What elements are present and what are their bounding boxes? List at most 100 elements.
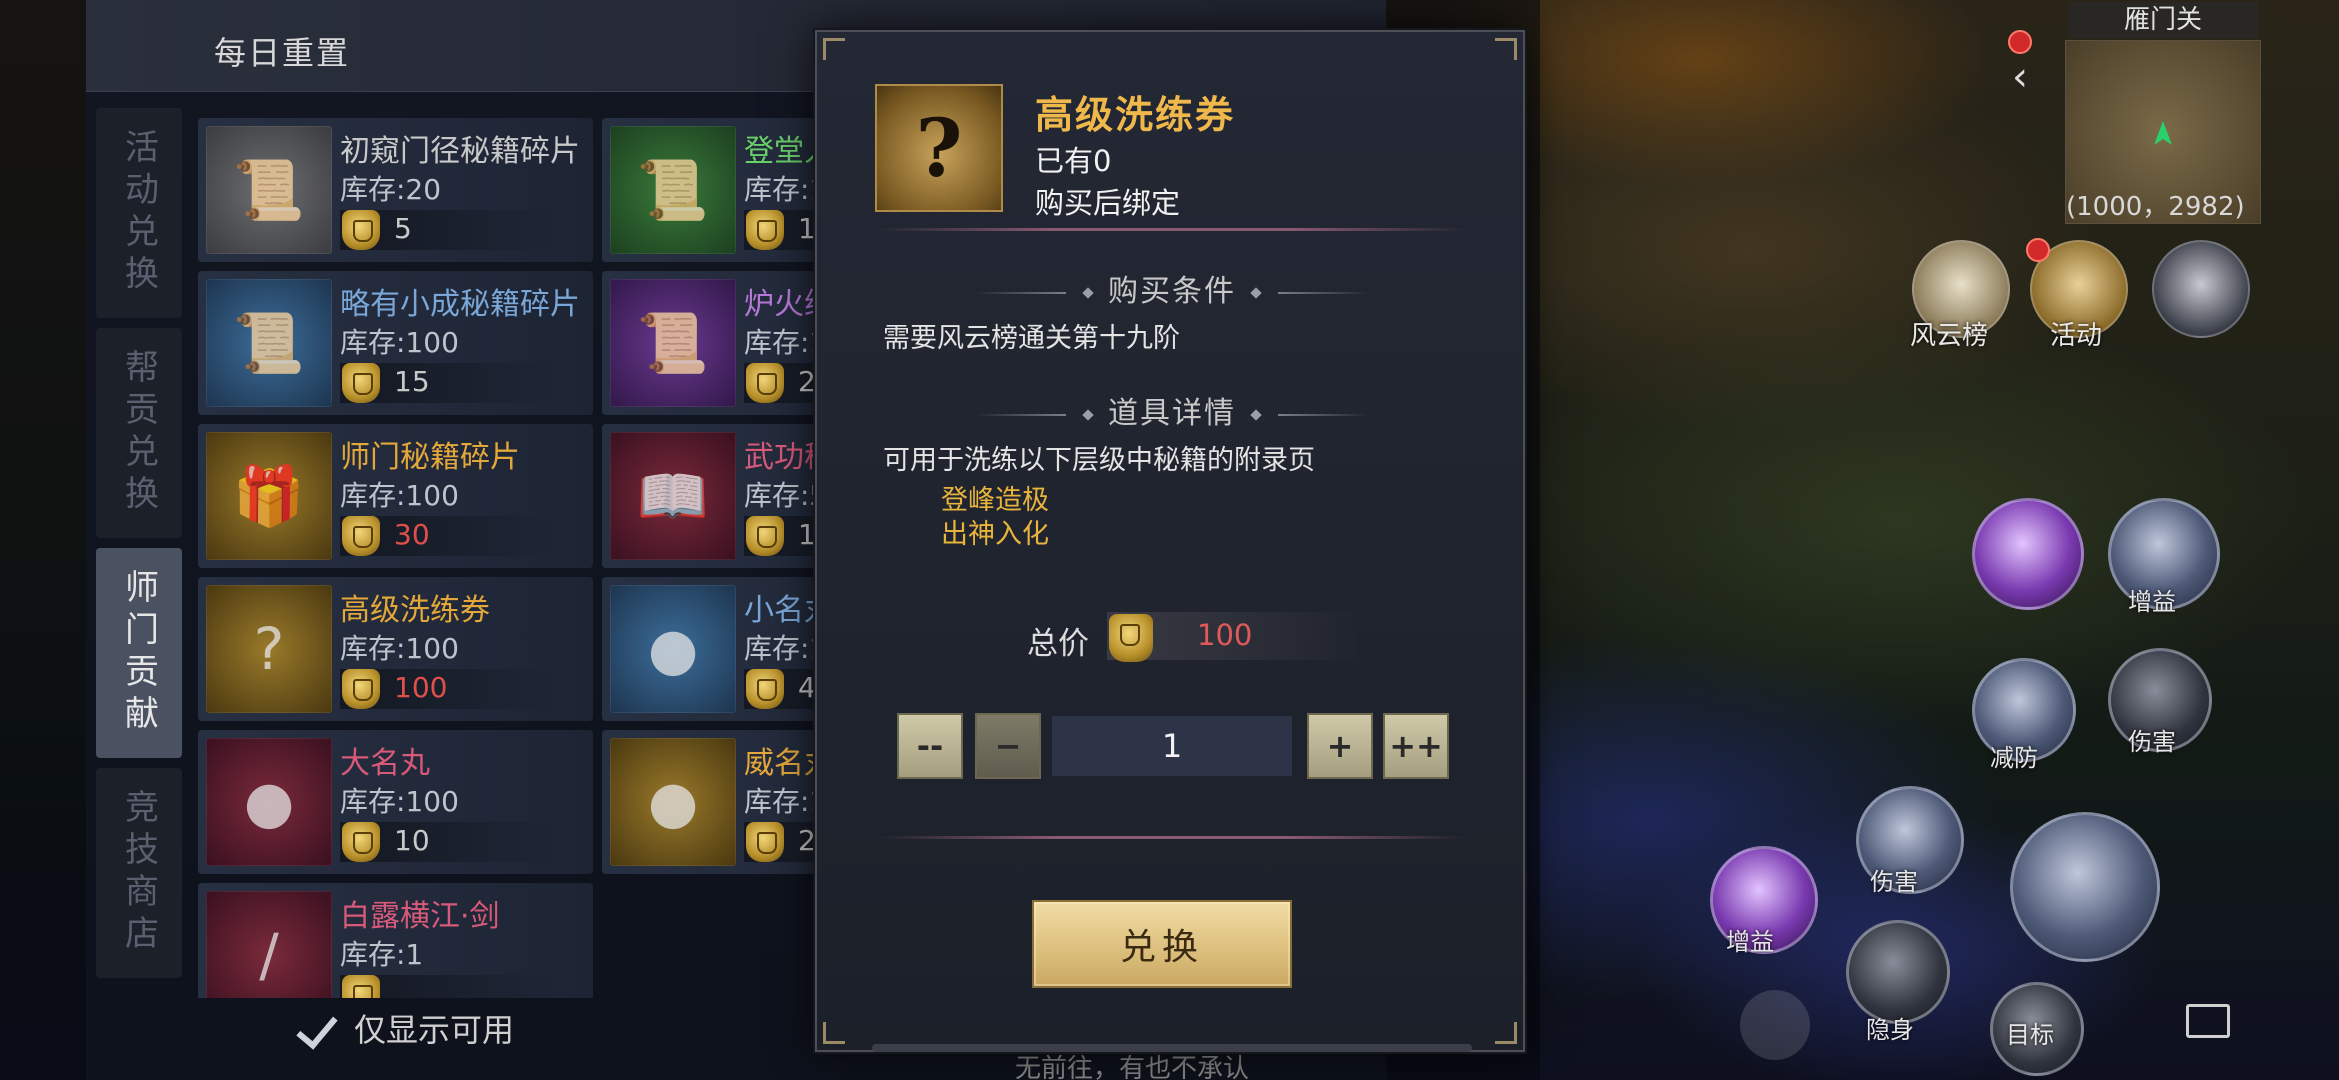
- item-price: 30: [394, 518, 430, 551]
- item-name: 白露横江·剑: [340, 899, 500, 934]
- item-price: 2: [798, 824, 816, 857]
- tab-label: 帮贡兑换: [118, 349, 159, 517]
- item-bind-notice: 购买后绑定: [1035, 186, 1181, 220]
- activity-label: 活动: [2050, 321, 2103, 351]
- shop-item-card[interactable]: 📜 初窥门径秘籍碎片 库存:20 5: [198, 118, 593, 262]
- checkmark-icon[interactable]: [296, 1005, 342, 1051]
- item-thumbnail-icon: 📜: [610, 126, 736, 254]
- sect-coin-icon: [342, 516, 380, 556]
- exchange-button[interactable]: 兑换: [1032, 900, 1292, 988]
- item-thumbnail-icon: 📜: [206, 126, 332, 254]
- item-stock: 库存:100: [340, 785, 459, 818]
- detail-text: 可用于洗练以下层级中秘籍的附录页: [883, 445, 1315, 476]
- tab-label: 竞技商店: [118, 789, 159, 957]
- tab-arena-shop[interactable]: 竞技商店: [96, 768, 182, 978]
- show-available-toggle[interactable]: 仅显示可用: [296, 1005, 514, 1051]
- quantity-field[interactable]: 1: [1052, 716, 1292, 776]
- map-collapse-chevron-icon[interactable]: ‹: [2012, 52, 2052, 102]
- detail-level-2: 出神入化: [941, 519, 1049, 550]
- qty-minus-10-button[interactable]: --: [897, 713, 963, 779]
- skill-1-icon[interactable]: [1972, 498, 2084, 610]
- qty-plus-button[interactable]: +: [1307, 713, 1373, 779]
- item-price: 15: [394, 365, 430, 398]
- main-attack-icon[interactable]: [2010, 812, 2160, 962]
- item-glyph-icon: ●: [647, 768, 699, 836]
- item-stock: 库存:100: [340, 632, 459, 665]
- sect-coin-icon: [342, 975, 380, 998]
- item-stock: 库存:100: [340, 479, 459, 512]
- purchase-dialog: ? 高级洗练券 已有0 购买后绑定 购买条件 需要风云榜通关第十九阶 道具详情 …: [815, 30, 1525, 1052]
- item-glyph-icon: ●: [243, 768, 295, 836]
- item-name: 初窥门径秘籍碎片: [340, 134, 580, 169]
- sect-coin-icon: [1109, 614, 1153, 662]
- item-thumbnail-icon: 📜: [206, 279, 332, 407]
- item-title: 高级洗练券: [1035, 93, 1236, 137]
- item-thumbnail-icon: ●: [610, 738, 736, 866]
- dialog-scrollbar[interactable]: [872, 1044, 1472, 1052]
- map-coordinates: (1000，2982): [2066, 192, 2245, 222]
- item-price: 100: [394, 671, 448, 704]
- skill-4-label: 伤害: [2128, 728, 2176, 756]
- item-price-box: 100: [340, 669, 560, 709]
- item-thumbnail-icon: 📜: [610, 279, 736, 407]
- item-glyph-icon: 🎁: [232, 461, 306, 530]
- item-price-box: 15: [340, 363, 560, 403]
- item-glyph-icon: 📜: [232, 308, 306, 377]
- screen-display-icon[interactable]: [2186, 1004, 2230, 1038]
- mystery-book-icon: ?: [915, 101, 963, 195]
- dialog-corner: [823, 38, 845, 60]
- tab-label: 师门贡献: [118, 569, 159, 737]
- item-price: 1: [798, 518, 816, 551]
- item-thumbnail-icon: /: [206, 891, 332, 998]
- divider: [877, 228, 1467, 231]
- total-price-value: 100: [1197, 618, 1253, 652]
- tab-sect-contribution[interactable]: 师门贡献: [96, 548, 182, 758]
- item-thumbnail-icon: ●: [610, 585, 736, 713]
- compass-menu-icon[interactable]: [2152, 240, 2250, 338]
- shop-item-card[interactable]: 🎁 师门秘籍碎片 库存:100 30: [198, 424, 593, 568]
- condition-title-text: 购买条件: [1108, 274, 1236, 309]
- shop-item-card[interactable]: 📜 略有小成秘籍碎片 库存:100 15: [198, 271, 593, 415]
- detail-section-title: 道具详情: [817, 388, 1527, 432]
- item-price: 2: [798, 365, 816, 398]
- dialog-corner: [823, 1022, 845, 1044]
- sect-coin-icon: [746, 822, 784, 862]
- sect-coin-icon: [746, 516, 784, 556]
- map-name: 雁门关: [2068, 2, 2258, 38]
- activity-notification-dot-icon: [2026, 238, 2050, 262]
- item-glyph-icon: ●: [647, 615, 699, 683]
- tab-activity-exchange[interactable]: 活动兑换: [96, 108, 182, 318]
- item-name: 略有小成秘籍碎片: [340, 287, 580, 322]
- shop-item-card[interactable]: ? 高级洗练券库存:100 100: [198, 577, 593, 721]
- fengyun-label: 风云榜: [1910, 321, 1989, 351]
- dialog-corner: [1495, 1022, 1517, 1044]
- item-price: 1: [798, 212, 816, 245]
- sect-coin-icon: [746, 669, 784, 709]
- item-glyph-icon: ?: [253, 615, 285, 683]
- skill-7-icon[interactable]: [1846, 920, 1950, 1024]
- meditate-icon[interactable]: [1740, 990, 1810, 1060]
- item-thumbnail-icon: ●: [206, 738, 332, 866]
- shop-item-card[interactable]: / 白露横江·剑 库存:1: [198, 883, 593, 998]
- skill-5-label: 伤害: [1870, 868, 1918, 896]
- sect-coin-icon: [342, 822, 380, 862]
- qty-minus-button[interactable]: −: [975, 713, 1041, 779]
- player-marker-icon: [2154, 121, 2172, 145]
- condition-section-title: 购买条件: [817, 266, 1527, 310]
- shop-item-card[interactable]: ● 大名丸 库存:100 10: [198, 730, 593, 874]
- show-available-label: 仅显示可用: [354, 1011, 515, 1049]
- sect-coin-icon: [746, 210, 784, 250]
- item-glyph-icon: 📜: [636, 308, 710, 377]
- tab-guild-exchange[interactable]: 帮贡兑换: [96, 328, 182, 538]
- item-thumbnail-icon: ?: [206, 585, 332, 713]
- skill-7-label: 隐身: [1866, 1016, 1914, 1044]
- item-name: 大名丸: [340, 746, 430, 781]
- item-name: 高级洗练券: [340, 593, 490, 628]
- sect-coin-icon: [342, 669, 380, 709]
- skill-3-label: 减防: [1990, 744, 2038, 772]
- dialog-corner: [1495, 38, 1517, 60]
- divider: [877, 836, 1467, 839]
- item-price: 4: [798, 671, 816, 704]
- qty-plus-10-button[interactable]: ++: [1383, 713, 1449, 779]
- item-price-box: [340, 975, 560, 998]
